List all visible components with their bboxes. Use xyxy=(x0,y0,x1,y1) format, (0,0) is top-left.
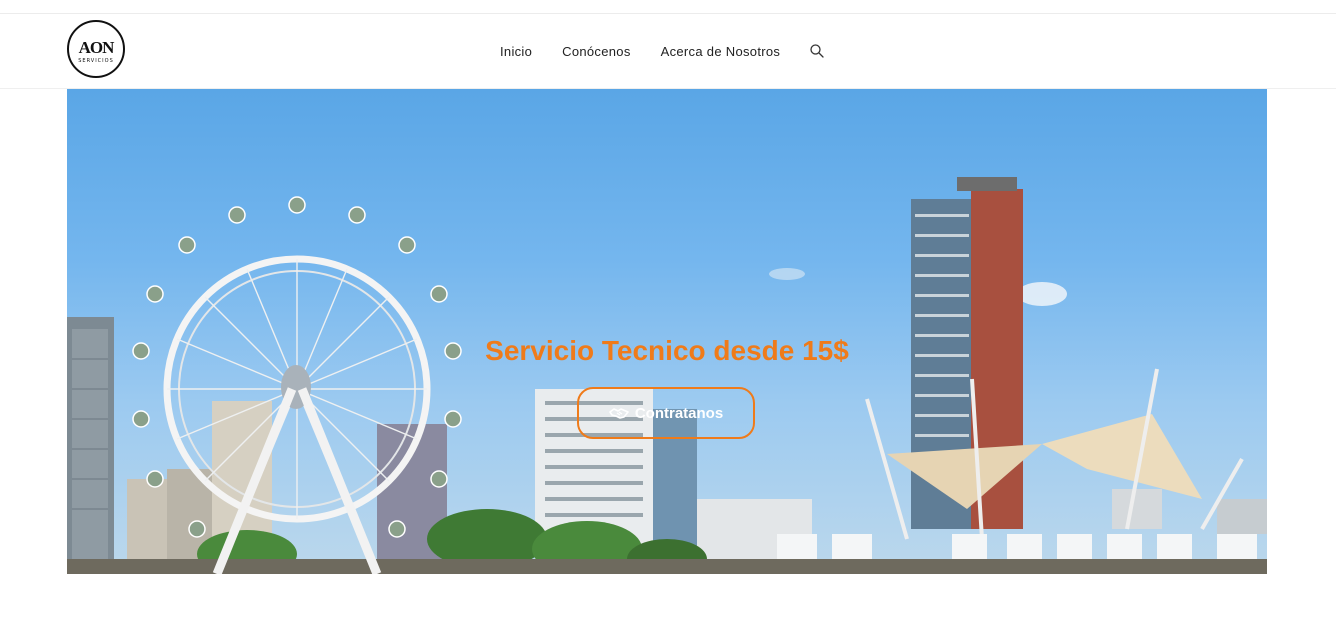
nav-item-acerca[interactable]: Acerca de Nosotros xyxy=(661,44,781,59)
logo-subtext: SERVICIOS xyxy=(78,57,114,64)
hero-title: Servicio Tecnico desde 15$ xyxy=(485,335,849,366)
site-header: AON SERVICIOS Inicio Conócenos Acerca de… xyxy=(0,14,1336,89)
nav-item-conocenos[interactable]: Conócenos xyxy=(562,44,630,59)
handshake-icon xyxy=(609,406,629,420)
main-nav: Inicio Conócenos Acerca de Nosotros xyxy=(485,14,825,88)
site-logo[interactable]: AON SERVICIOS xyxy=(67,20,125,78)
top-strip xyxy=(0,0,1336,14)
contratanos-label: Contratanos xyxy=(634,404,724,422)
nav-item-inicio[interactable]: Inicio xyxy=(500,44,532,59)
logo-mark: AON xyxy=(78,37,115,57)
hero-background-image xyxy=(67,177,1267,574)
contratanos-button[interactable]: Contratanos xyxy=(577,387,755,439)
hero-banner: Servicio Tecnico desde 15$ Contratanos xyxy=(67,89,1267,574)
search-icon[interactable] xyxy=(809,43,825,59)
